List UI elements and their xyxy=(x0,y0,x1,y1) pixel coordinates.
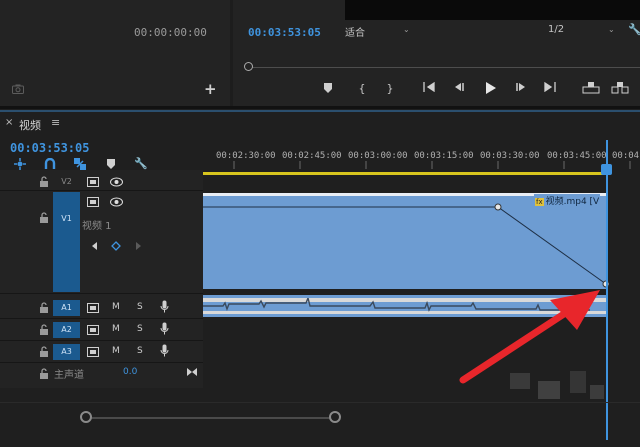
lock-icon[interactable] xyxy=(39,324,49,336)
add-keyframe-icon[interactable] xyxy=(111,241,121,251)
go-to-out-icon[interactable] xyxy=(542,81,558,96)
solo-button[interactable]: S xyxy=(137,302,143,312)
timeline-timecode[interactable]: 00:03:53:05 xyxy=(10,141,89,155)
track-divider xyxy=(0,340,203,341)
master-track-label: 主声道 xyxy=(54,370,84,381)
toggle-sync-lock-icon[interactable] xyxy=(87,325,99,335)
lock-icon[interactable] xyxy=(39,368,49,380)
timeline-tab-title[interactable]: 视频 xyxy=(19,117,41,133)
zoom-handle-right[interactable] xyxy=(329,411,341,423)
track-divider xyxy=(0,318,203,319)
work-area-bar[interactable] xyxy=(203,172,606,175)
ruler-tick-label: 00:02:45:00 xyxy=(282,151,342,161)
ruler-ticks xyxy=(233,161,631,169)
fit-select-label: 适合 xyxy=(345,28,365,39)
eye-icon[interactable] xyxy=(110,197,123,207)
solo-button[interactable]: S xyxy=(137,346,143,356)
play-icon[interactable] xyxy=(482,82,498,96)
ruler-tick-label: 00:03:30:00 xyxy=(480,151,540,161)
fit-select[interactable]: 适合 ⌄ xyxy=(345,24,415,40)
program-video-preview xyxy=(345,0,640,20)
active-panel-highlight xyxy=(0,110,640,112)
track-target-a1[interactable]: A1 xyxy=(53,300,80,316)
source-monitor xyxy=(0,0,230,106)
close-tab-icon[interactable]: × xyxy=(5,117,13,128)
zoom-scrollbar[interactable] xyxy=(85,417,335,419)
ruler-tick-label: 00:03:45:00 xyxy=(547,151,607,161)
watermark-blur xyxy=(510,371,604,399)
track-divider xyxy=(0,362,203,363)
lift-icon[interactable] xyxy=(582,82,600,96)
toggle-sync-lock-icon[interactable] xyxy=(87,303,99,313)
next-keyframe-icon[interactable] xyxy=(135,241,143,251)
toggle-sync-lock-icon[interactable] xyxy=(87,347,99,357)
lock-icon[interactable] xyxy=(39,302,49,314)
program-scrub-track[interactable] xyxy=(247,67,640,68)
camera-icon[interactable] xyxy=(12,84,24,94)
timeline-settings-wrench-icon[interactable]: 🔧 xyxy=(134,157,148,170)
track-target-a3[interactable]: A3 xyxy=(53,344,80,360)
opacity-rubber-band[interactable] xyxy=(203,196,609,291)
resolution-label: 1/2 xyxy=(548,24,565,35)
microphone-icon[interactable] xyxy=(160,322,169,335)
go-to-in-icon[interactable] xyxy=(421,81,437,96)
toggle-sync-lock-icon[interactable] xyxy=(87,197,99,207)
track-target-a2[interactable]: A2 xyxy=(53,322,80,338)
lock-icon[interactable] xyxy=(39,346,49,358)
mute-button[interactable]: M xyxy=(112,324,120,334)
mute-button[interactable]: M xyxy=(112,302,120,312)
keyframe-handle xyxy=(494,203,502,211)
toggle-sync-lock-icon[interactable] xyxy=(87,177,99,187)
prev-keyframe-icon[interactable] xyxy=(90,241,98,251)
track-name-v1[interactable]: 视频 1 xyxy=(82,217,112,232)
ruler-tick-label: 00:04 xyxy=(612,151,640,161)
solo-button[interactable]: S xyxy=(137,324,143,334)
step-forward-icon[interactable] xyxy=(513,82,529,96)
wrench-icon[interactable]: 🔧 xyxy=(628,24,640,36)
mute-button[interactable]: M xyxy=(112,346,120,356)
panel-menu-icon[interactable]: ≡ xyxy=(51,116,60,129)
add-marker-icon[interactable] xyxy=(320,82,336,96)
program-scrub-handle[interactable] xyxy=(244,62,253,71)
add-marker-icon[interactable] xyxy=(106,158,116,170)
mark-in-icon[interactable]: { xyxy=(354,82,370,96)
track-label-v1: V1 xyxy=(61,214,72,223)
ruler-tick-label: 00:03:15:00 xyxy=(414,151,474,161)
zoom-handle-left[interactable] xyxy=(80,411,92,423)
eye-icon[interactable] xyxy=(110,177,123,187)
program-timecode[interactable]: 00:03:53:05 xyxy=(248,26,321,39)
nest-sequence-icon[interactable] xyxy=(14,158,26,170)
track-divider xyxy=(0,293,203,294)
add-button-icon[interactable]: + xyxy=(204,82,217,97)
ruler-tick-label: 00:03:00:00 xyxy=(348,151,408,161)
snap-icon[interactable] xyxy=(44,157,56,170)
track-target-v1[interactable]: V1 xyxy=(53,192,80,292)
step-back-icon[interactable] xyxy=(451,82,467,96)
mark-out-icon[interactable]: } xyxy=(382,82,398,96)
source-timecode[interactable]: 00:00:00:00 xyxy=(134,26,207,39)
extract-icon[interactable] xyxy=(611,82,629,96)
lock-icon[interactable] xyxy=(39,212,49,224)
microphone-icon[interactable] xyxy=(160,344,169,357)
chevron-down-icon: ⌄ xyxy=(403,25,410,34)
ruler-tick-label: 00:02:30:00 xyxy=(216,151,276,161)
playhead-handle[interactable] xyxy=(601,164,612,175)
track-target-v2[interactable]: V2 xyxy=(53,174,80,190)
resolution-select[interactable]: 1/2 ⌄ xyxy=(548,24,620,40)
linked-selection-icon[interactable] xyxy=(74,158,86,170)
chevron-down-icon: ⌄ xyxy=(608,25,615,34)
microphone-icon[interactable] xyxy=(160,300,169,313)
track-divider xyxy=(0,190,203,191)
lock-icon[interactable] xyxy=(39,176,49,188)
track-headers xyxy=(0,170,203,388)
go-to-end-icon[interactable] xyxy=(186,367,198,377)
master-volume-value[interactable]: 0.0 xyxy=(123,367,137,377)
scroll-area-divider xyxy=(0,402,640,403)
